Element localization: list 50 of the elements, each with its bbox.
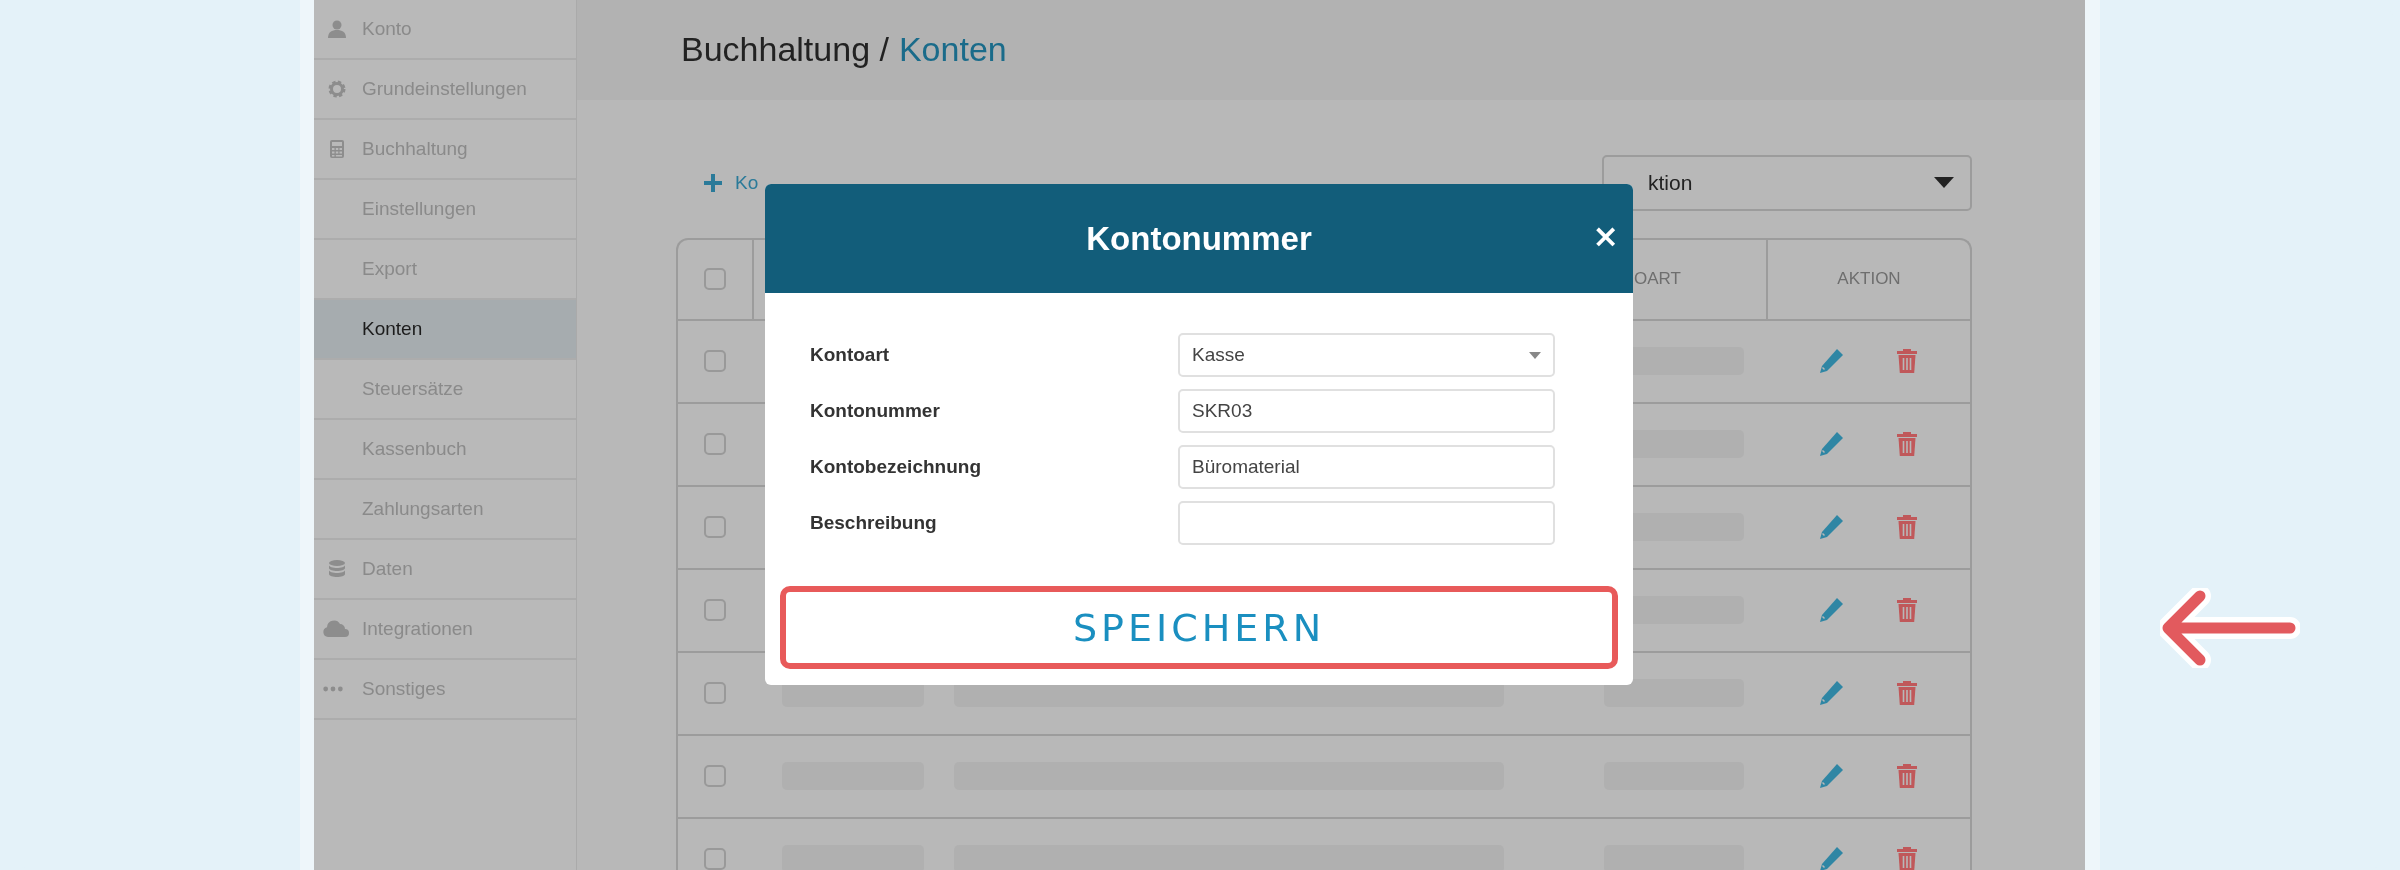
edit-icon[interactable] [1818, 431, 1844, 458]
action-select[interactable]: ktion [1602, 154, 1972, 211]
column-header: AKTION [1837, 269, 1901, 290]
account-type-select[interactable]: Kasse [1178, 333, 1555, 377]
delete-icon[interactable] [1894, 514, 1920, 541]
checkbox[interactable] [704, 433, 726, 456]
add-account-link[interactable]: Ko [703, 171, 759, 194]
sidebar-item[interactable]: Konten [314, 300, 576, 360]
checkbox[interactable] [704, 848, 726, 870]
field-label: Kontobezeichnung [810, 456, 982, 478]
input-field[interactable]: SKR03 [1178, 389, 1555, 433]
checkbox[interactable] [704, 268, 726, 291]
dialog-title: Kontonummer [1086, 219, 1312, 258]
field-label: Kontoart [810, 344, 891, 366]
calculator-icon [327, 139, 347, 159]
edit-icon[interactable] [1818, 348, 1844, 375]
delete-icon[interactable] [1894, 763, 1920, 790]
user-icon [327, 19, 347, 39]
delete-icon[interactable] [1894, 680, 1920, 707]
save-button[interactable]: SPEICHERN [780, 586, 1618, 669]
caret-icon [1934, 176, 1954, 189]
edit-icon[interactable] [1818, 846, 1844, 870]
database-icon [327, 559, 347, 579]
checkbox[interactable] [704, 599, 726, 622]
checkbox[interactable] [704, 516, 726, 539]
caret-icon [1529, 351, 1541, 359]
checkbox[interactable] [704, 765, 726, 788]
breadcrumb-parent[interactable]: Buchhaltung / [681, 30, 889, 70]
delete-icon[interactable] [1894, 348, 1920, 375]
close-button[interactable]: × [1588, 220, 1623, 252]
field-label: Kontonummer [810, 400, 941, 422]
checkbox[interactable] [704, 350, 726, 373]
settings-icon [327, 79, 347, 99]
delete-icon[interactable] [1894, 846, 1920, 870]
plus-icon [703, 172, 723, 193]
more-icon [322, 685, 344, 693]
cloud-icon [322, 619, 350, 639]
edit-icon[interactable] [1818, 597, 1844, 624]
input-field[interactable]: Büromaterial [1178, 445, 1555, 489]
delete-icon[interactable] [1894, 597, 1920, 624]
edit-icon[interactable] [1818, 763, 1844, 790]
delete-icon[interactable] [1894, 431, 1920, 458]
checkbox[interactable] [704, 682, 726, 705]
input-field[interactable] [1178, 501, 1555, 545]
field-label: Beschreibung [810, 512, 938, 534]
column-header: OART [1634, 269, 1681, 290]
arrow-icon [2160, 588, 2300, 668]
edit-icon[interactable] [1818, 680, 1844, 707]
edit-icon[interactable] [1818, 514, 1844, 541]
breadcrumb-current: Konten [898, 30, 1007, 70]
